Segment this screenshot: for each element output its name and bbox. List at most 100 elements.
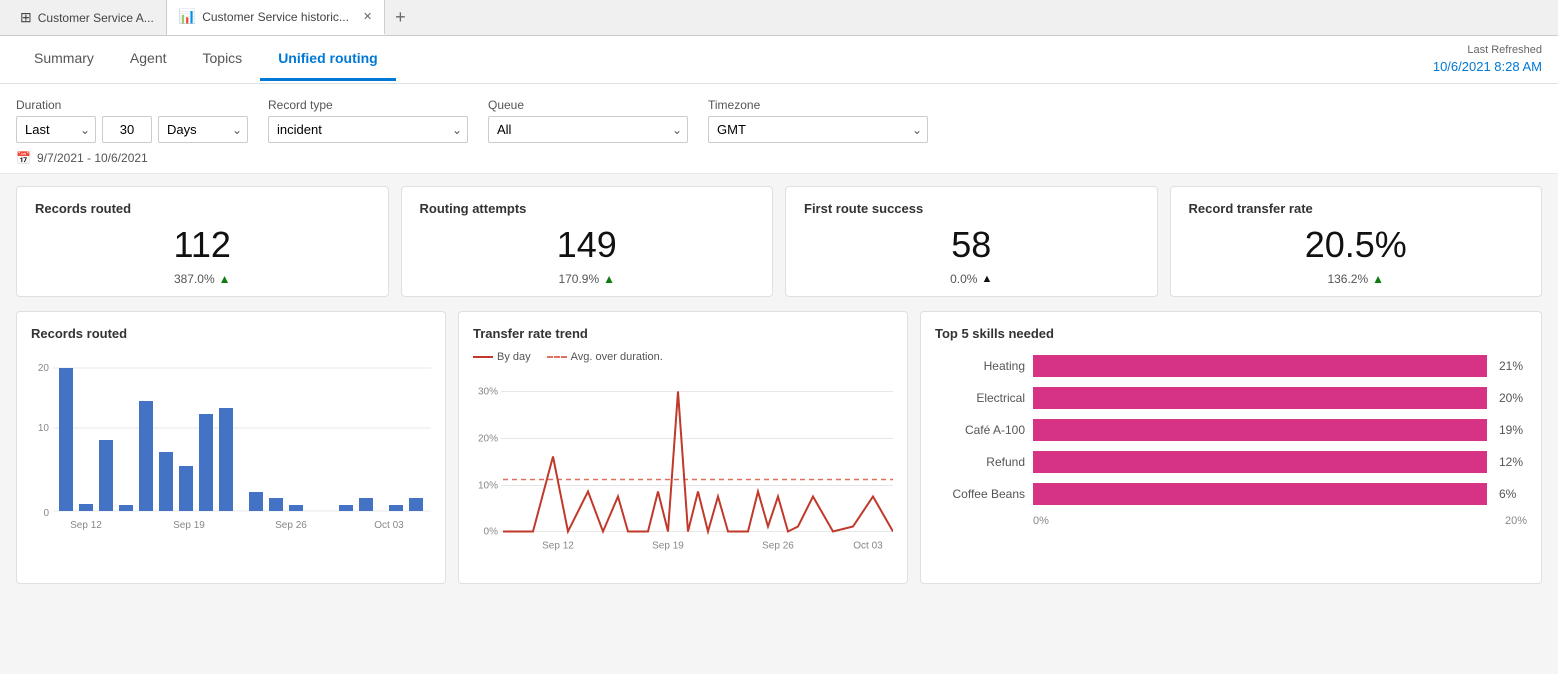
tab-unified-routing[interactable]: Unified routing [260,38,396,81]
records-routed-chart: Records routed 20 10 0 [16,311,446,584]
hbar-fill-refund [1033,451,1487,473]
tab-cs-admin[interactable]: ⊞ Customer Service A... [8,0,167,35]
arrow-up-icon: ▲ [219,272,231,286]
svg-text:0%: 0% [484,527,499,538]
duration-unit-select[interactable]: Days Weeks Months [158,116,248,143]
bar-chart-svg: 20 10 0 [31,351,431,551]
date-range-value: 9/7/2021 - 10/6/2021 [37,151,148,165]
hbar-track-electrical [1033,387,1487,409]
kpi-transfer-rate-title: Record transfer rate [1189,201,1524,216]
legend-line-dashed [547,356,567,358]
hbar-axis-max: 20% [1505,515,1527,527]
nav-tabs: Summary Agent Topics Unified routing [16,38,396,81]
svg-text:Oct 03: Oct 03 [853,541,883,552]
last-refreshed: Last Refreshed 10/6/2021 8:28 AM [1433,43,1542,77]
hbar-chart-area: Heating 21% Electrical 20% Café A-100 [935,351,1527,531]
hbar-axis: 0% 20% [935,515,1527,527]
kpi-records-routed-change: 387.0% ▲ [35,272,370,286]
svg-text:20%: 20% [478,434,498,445]
main-content: Records routed 112 387.0% ▲ Routing atte… [0,174,1558,596]
hbar-row-refund: Refund 12% [935,451,1527,473]
duration-period-select[interactable]: Last [16,116,96,143]
hbar-row-heating: Heating 21% [935,355,1527,377]
hbar-fill-electrical [1033,387,1487,409]
svg-text:10: 10 [38,423,50,434]
transfer-rate-chart-title: Transfer rate trend [473,326,893,341]
timezone-label: Timezone [708,98,928,112]
tab-summary[interactable]: Summary [16,38,112,81]
legend-avg: Avg. over duration. [547,351,663,363]
tab-cs-historic[interactable]: 📊 Customer Service historic... ✕ [167,0,385,35]
legend-avg-label: Avg. over duration. [571,351,663,363]
legend-line-solid [473,356,493,358]
svg-text:Sep 26: Sep 26 [762,541,794,552]
nav-bar: Summary Agent Topics Unified routing Las… [0,36,1558,84]
records-routed-chart-title: Records routed [31,326,431,341]
kpi-transfer-rate: Record transfer rate 20.5% 136.2% ▲ [1170,186,1543,297]
top-skills-chart: Top 5 skills needed Heating 21% Electric… [920,311,1542,584]
kpi-transfer-rate-value: 20.5% [1189,224,1524,266]
kpi-first-route-success: First route success 58 0.0% ▲ [785,186,1158,297]
bar-chart-area: 20 10 0 [31,351,431,551]
kpi-routing-attempts-change: 170.9% ▲ [420,272,755,286]
svg-text:10%: 10% [478,481,498,492]
kpi-records-routed-value: 112 [35,224,370,266]
svg-text:20: 20 [38,363,50,374]
hbar-track-refund [1033,451,1487,473]
duration-filter: Duration Last Days Weeks Months [16,98,248,143]
kpi-first-route-success-change: 0.0% ▲ [804,272,1139,286]
hbar-label-heating: Heating [935,359,1025,373]
queue-label: Queue [488,98,688,112]
timezone-select[interactable]: GMT EST PST [708,116,928,143]
svg-text:30%: 30% [478,387,498,398]
kpi-first-route-success-title: First route success [804,201,1139,216]
hbar-row-electrical: Electrical 20% [935,387,1527,409]
legend-by-day: By day [473,351,531,363]
kpi-routing-attempts-title: Routing attempts [420,201,755,216]
hbar-fill-coffee [1033,483,1487,505]
kpi-first-route-success-pct: 0.0% [950,272,977,286]
chart-legend: By day Avg. over duration. [473,351,893,363]
transfer-rate-chart: Transfer rate trend By day Avg. over dur… [458,311,908,584]
grid-icon: ⊞ [20,9,32,26]
hbar-pct-coffee: 6% [1499,487,1527,501]
tab-cs-historic-label: Customer Service historic... [202,10,349,24]
last-refreshed-label: Last Refreshed [1433,43,1542,58]
tab-cs-admin-label: Customer Service A... [38,11,154,25]
tab-close-button[interactable]: ✕ [363,10,372,23]
hbar-label-cafe: Café A-100 [935,423,1025,437]
svg-text:Sep 12: Sep 12 [70,520,102,531]
tab-agent[interactable]: Agent [112,38,185,81]
line-chart-area: 30% 20% 10% 0% Sep 12 Sep [473,369,893,569]
kpi-routing-attempts: Routing attempts 149 170.9% ▲ [401,186,774,297]
tab-topics[interactable]: Topics [185,38,261,81]
svg-text:Sep 26: Sep 26 [275,520,307,531]
kpi-routing-attempts-pct: 170.9% [558,272,599,286]
tab-bar: ⊞ Customer Service A... 📊 Customer Servi… [0,0,1558,36]
hbar-label-refund: Refund [935,455,1025,469]
legend-by-day-label: By day [497,351,531,363]
new-tab-button[interactable]: + [385,7,416,28]
kpi-records-routed-title: Records routed [35,201,370,216]
hbar-pct-refund: 12% [1499,455,1527,469]
kpi-transfer-rate-change: 136.2% ▲ [1189,272,1524,286]
record-type-select[interactable]: incident case task [268,116,468,143]
filters-panel: Duration Last Days Weeks Months [0,84,1558,174]
hbar-pct-heating: 21% [1499,359,1527,373]
hbar-fill-heating [1033,355,1487,377]
svg-text:Sep 19: Sep 19 [173,520,205,531]
hbar-track-heating [1033,355,1487,377]
hbar-label-electrical: Electrical [935,391,1025,405]
kpi-row: Records routed 112 387.0% ▲ Routing atte… [16,186,1542,297]
kpi-routing-attempts-value: 149 [420,224,755,266]
hbar-row-cafe: Café A-100 19% [935,419,1527,441]
hbar-pct-electrical: 20% [1499,391,1527,405]
kpi-transfer-rate-pct: 136.2% [1327,272,1368,286]
hbar-track-coffee [1033,483,1487,505]
charts-row: Records routed 20 10 0 [16,311,1542,584]
duration-label: Duration [16,98,248,112]
record-type-filter: Record type incident case task [268,98,468,143]
hbar-pct-cafe: 19% [1499,423,1527,437]
duration-value-input[interactable] [102,116,152,143]
queue-select[interactable]: All [488,116,688,143]
